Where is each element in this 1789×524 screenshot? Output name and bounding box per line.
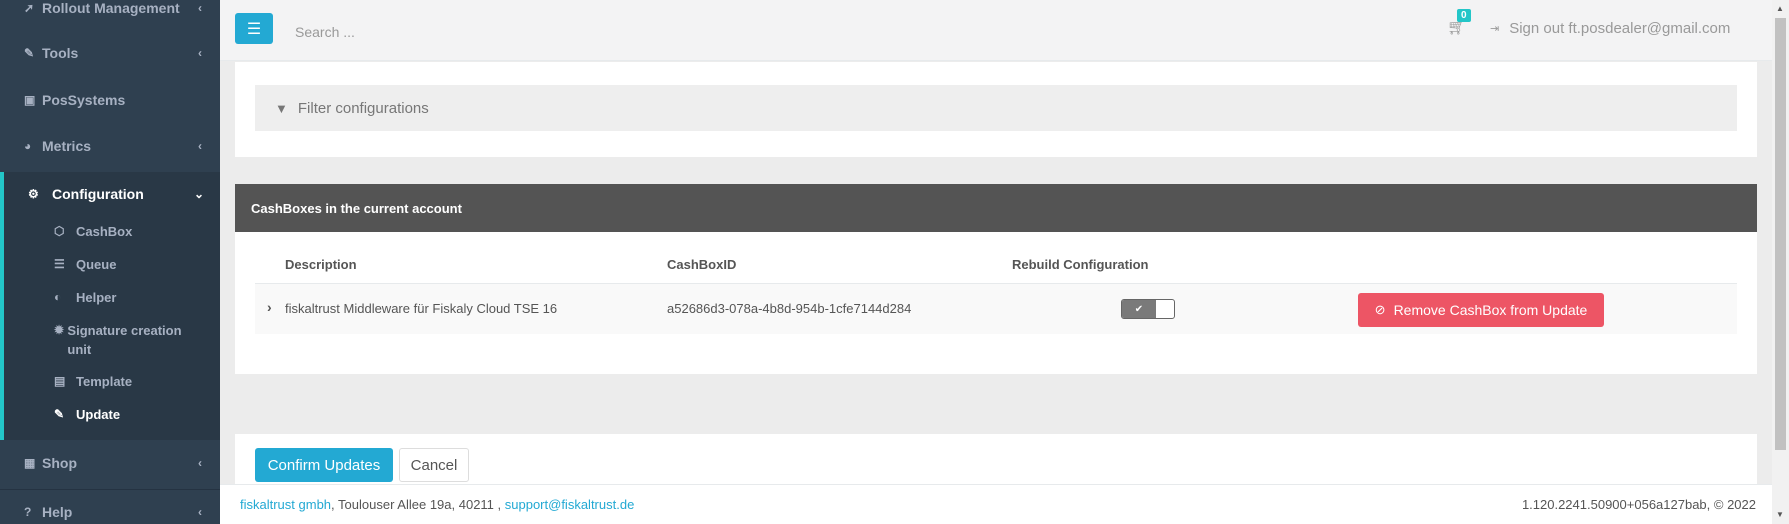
- company-link[interactable]: fiskaltrust gmbh: [240, 497, 331, 512]
- sidebar-subitem-label: CashBox: [76, 224, 133, 239]
- cube-icon: ⬡: [54, 224, 65, 238]
- wrench-icon: ✎: [24, 46, 35, 60]
- cashboxes-panel-header: CashBoxes in the current account: [235, 184, 1757, 232]
- menu-toggle-button[interactable]: ☰: [235, 13, 273, 44]
- cart-count-badge: 0: [1457, 9, 1471, 22]
- sidebar-item-possystems[interactable]: ▣ PosSystems: [0, 78, 220, 122]
- sidebar-item-help[interactable]: ? Help ‹: [0, 489, 220, 524]
- check-icon: ✔: [1122, 300, 1156, 318]
- scroll-up-icon[interactable]: ▲: [1776, 4, 1784, 13]
- support-email-link[interactable]: support@fiskaltrust.de: [505, 497, 635, 512]
- sidebar-subitem-label: Template: [76, 374, 133, 389]
- footer-info: fiskaltrust gmbh, Toulouser Allee 19a, 4…: [240, 497, 634, 512]
- company-address: , Toulouser Allee 19a, 40211 ,: [331, 497, 505, 512]
- wrench-icon: ✎: [54, 407, 65, 421]
- sidebar-item-label: Configuration: [52, 186, 144, 202]
- rebuild-configuration-toggle[interactable]: ✔: [1121, 299, 1175, 319]
- chevron-left-icon: ‹: [198, 456, 202, 470]
- sidebar-item-label: Help: [42, 503, 73, 520]
- filter-placeholder: Filter configurations: [297, 99, 429, 117]
- action-panel: Confirm Updates Cancel: [235, 434, 1757, 484]
- hamburger-icon: ☰: [246, 20, 262, 38]
- column-header-rebuild: Rebuild Configuration: [1012, 257, 1149, 272]
- top-navbar: ☰ 🛒︎ 0 ⇥ Sign out ft.posdealer@gmail.com: [220, 0, 1772, 61]
- sidebar-item-label: PosSystems: [42, 92, 126, 108]
- column-header-description: Description: [285, 257, 357, 272]
- chevron-left-icon: ‹: [198, 1, 202, 15]
- sidebar-subitem-label: Queue: [76, 257, 117, 272]
- database-icon: ☰: [54, 257, 65, 271]
- briefcase-icon: ▣: [24, 93, 36, 107]
- sidebar-item-metrics[interactable]: ◕ Metrics ‹: [0, 124, 220, 168]
- sidebar-item-label: Rollout Management: [42, 0, 180, 16]
- sidebar-item-shop[interactable]: ▦ Shop ‹: [0, 441, 220, 485]
- footer: fiskaltrust gmbh, Toulouser Allee 19a, 4…: [220, 484, 1772, 524]
- cancel-button[interactable]: Cancel: [399, 448, 469, 482]
- sidebar-item-tools[interactable]: ✎ Tools ‹: [0, 31, 220, 75]
- cashbox-description: fiskaltrust Middleware für Fiskaly Cloud…: [285, 301, 558, 316]
- question-icon: ?: [24, 504, 32, 519]
- half-circle-icon: ◐: [54, 290, 62, 304]
- signout-link[interactable]: ⇥ Sign out ft.posdealer@gmail.com: [1490, 20, 1730, 37]
- chevron-left-icon: ‹: [198, 46, 202, 60]
- scrollbar-thumb[interactable]: [1775, 18, 1786, 450]
- sidebar-item-rollout-management[interactable]: ➚ Rollout Management ‹: [0, 0, 220, 30]
- sidebar-item-label: Metrics: [42, 138, 92, 154]
- cashboxes-title: CashBoxes in the current account: [251, 200, 462, 216]
- column-header-cashboxid: CashBoxID: [667, 257, 737, 272]
- sidebar-subitem-helper[interactable]: ◐ Helper: [54, 288, 116, 307]
- ban-icon: ⊘: [1374, 302, 1386, 317]
- filter-panel: ▼ Filter configurations: [235, 62, 1757, 157]
- cashbox-id: a52686d3-078a-4b8d-954b-1cfe7144d284: [667, 301, 912, 316]
- sidebar-subitem-label: Helper: [76, 290, 117, 305]
- sidebar-subitem-signature-creation-unit[interactable]: ✹ Signature creation unit: [54, 321, 194, 359]
- chevron-left-icon: ‹: [198, 504, 202, 519]
- certificate-icon: ✹: [54, 323, 65, 337]
- search-input[interactable]: [295, 24, 595, 40]
- sidebar-item-configuration[interactable]: ⚙ Configuration ⌄: [28, 186, 204, 202]
- sidebar-subitem-update[interactable]: ✎ Update: [54, 405, 120, 424]
- sidebar: ➚ Rollout Management ‹ ✎ Tools ‹ ▣ PosSy…: [0, 0, 220, 524]
- scroll-down-icon[interactable]: ▼: [1776, 510, 1784, 519]
- pie-chart-icon: ◕: [24, 139, 32, 153]
- chevron-right-icon[interactable]: ›: [267, 299, 272, 315]
- chevron-left-icon: ‹: [198, 139, 202, 153]
- remove-cashbox-label: Remove CashBox from Update: [1393, 302, 1588, 318]
- file-icon: ▤: [54, 374, 66, 388]
- page-scrollbar[interactable]: ▲ ▼: [1772, 0, 1789, 524]
- chevron-down-icon: ⌄: [194, 187, 205, 201]
- sidebar-config-group: ⚙ Configuration ⌄ ⬡ CashBox ☰ Queue ◐ He…: [0, 172, 220, 440]
- sidebar-subitem-template[interactable]: ▤ Template: [54, 372, 132, 391]
- version-info: 1.120.2241.50900+056a127bab, © 2022: [1521, 497, 1756, 512]
- sidebar-item-label: Tools: [42, 45, 79, 61]
- filter-input[interactable]: ▼ Filter configurations: [255, 85, 1737, 131]
- filter-icon: ▼: [275, 100, 288, 116]
- remove-cashbox-button[interactable]: ⊘ Remove CashBox from Update: [1358, 293, 1604, 327]
- sidebar-subitem-label: Signature creation unit: [67, 323, 182, 357]
- sidebar-item-label: Shop: [42, 455, 77, 471]
- sidebar-subitem-queue[interactable]: ☰ Queue: [54, 255, 116, 274]
- basket-icon: ▦: [24, 456, 36, 470]
- sidebar-subitem-label: Update: [76, 407, 121, 422]
- cashboxes-table: Description CashBoxID Rebuild Configurat…: [235, 232, 1757, 374]
- cogs-icon: ⚙: [28, 187, 39, 201]
- signout-label: Sign out ft.posdealer@gmail.com: [1509, 20, 1731, 37]
- sidebar-subitem-cashbox[interactable]: ⬡ CashBox: [54, 222, 132, 241]
- confirm-updates-button[interactable]: Confirm Updates: [255, 448, 393, 482]
- sign-out-icon: ⇥: [1490, 23, 1500, 35]
- rocket-icon: ➚: [24, 1, 35, 15]
- table-row: › fiskaltrust Middleware für Fiskaly Clo…: [255, 283, 1737, 334]
